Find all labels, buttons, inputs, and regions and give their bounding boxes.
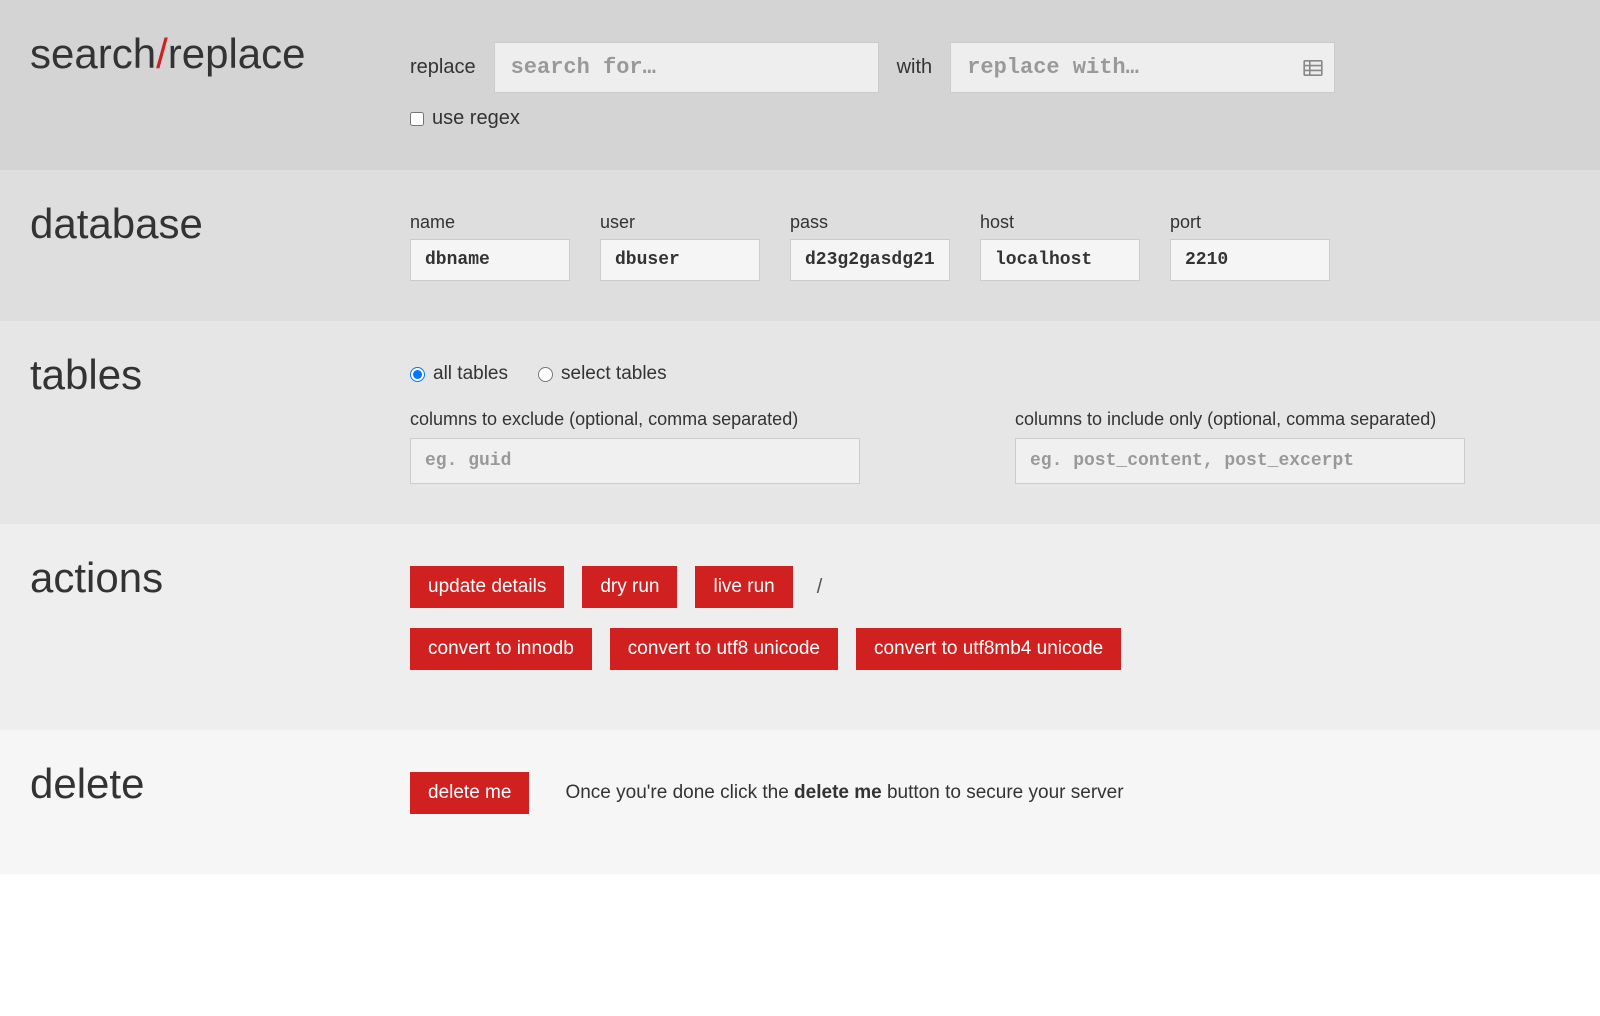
replace-label: replace	[410, 56, 476, 79]
section-actions: actions update details dry run live run …	[0, 524, 1600, 730]
use-regex-checkbox[interactable]	[410, 112, 424, 126]
db-user-label: user	[600, 212, 760, 233]
all-tables-label[interactable]: all tables	[433, 363, 508, 385]
tables-title: tables	[30, 351, 410, 484]
exclude-columns-label: columns to exclude (optional, comma sepa…	[410, 409, 955, 430]
live-run-button[interactable]: live run	[695, 566, 792, 608]
search-input[interactable]	[494, 42, 879, 93]
actions-separator: /	[811, 576, 829, 599]
select-tables-label[interactable]: select tables	[561, 363, 667, 385]
db-user-input[interactable]	[600, 239, 760, 281]
use-regex-label[interactable]: use regex	[432, 107, 520, 130]
exclude-columns-input[interactable]	[410, 438, 860, 484]
convert-innodb-button[interactable]: convert to innodb	[410, 628, 592, 670]
delete-title: delete	[30, 760, 410, 814]
title-slash: /	[156, 30, 168, 77]
replace-input[interactable]	[950, 42, 1335, 93]
select-tables-radio[interactable]	[538, 367, 553, 382]
database-title: database	[30, 200, 410, 281]
convert-utf8mb4-button[interactable]: convert to utf8mb4 unicode	[856, 628, 1121, 670]
section-delete: delete delete me Once you're done click …	[0, 730, 1600, 874]
update-details-button[interactable]: update details	[410, 566, 564, 608]
db-host-label: host	[980, 212, 1140, 233]
db-pass-label: pass	[790, 212, 950, 233]
db-pass-input[interactable]	[790, 239, 950, 281]
dry-run-button[interactable]: dry run	[582, 566, 677, 608]
include-columns-input[interactable]	[1015, 438, 1465, 484]
db-name-label: name	[410, 212, 570, 233]
all-tables-radio[interactable]	[410, 367, 425, 382]
db-host-input[interactable]	[980, 239, 1140, 281]
section-database: database name user pass host port	[0, 170, 1600, 321]
db-port-label: port	[1170, 212, 1330, 233]
delete-instruction: Once you're done click the delete me but…	[565, 782, 1123, 804]
db-name-input[interactable]	[410, 239, 570, 281]
title-search: search	[30, 30, 156, 77]
db-port-input[interactable]	[1170, 239, 1330, 281]
page-title: search/replace	[30, 30, 410, 130]
actions-title: actions	[30, 554, 410, 690]
with-label: with	[897, 56, 933, 79]
convert-utf8-button[interactable]: convert to utf8 unicode	[610, 628, 838, 670]
include-columns-label: columns to include only (optional, comma…	[1015, 409, 1560, 430]
section-tables: tables all tables select tables columns …	[0, 321, 1600, 524]
title-replace: replace	[168, 30, 306, 77]
delete-me-button[interactable]: delete me	[410, 772, 529, 814]
section-search-replace: search/replace replace with use regex	[0, 0, 1600, 170]
